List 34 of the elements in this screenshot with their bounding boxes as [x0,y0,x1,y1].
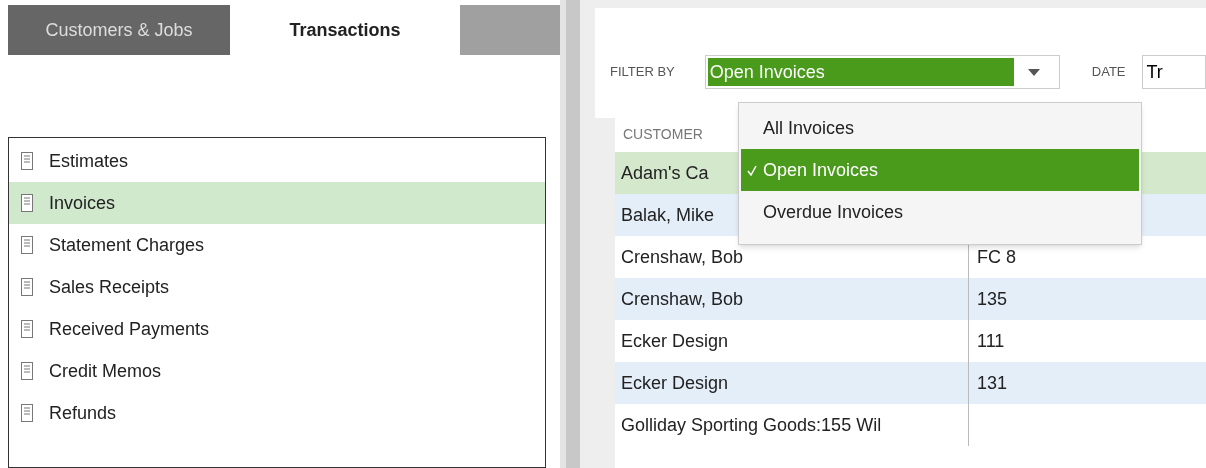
table-cell-text: Golliday Sporting Goods:155 Wil [621,413,882,437]
table-cell-text: Crenshaw, Bob [621,245,744,269]
table-cell-text: 135 [977,287,1008,311]
date-field[interactable]: Tr [1141,55,1206,89]
document-icon [21,194,33,212]
document-icon [21,404,33,422]
table-cell-text: Adam's Ca [621,161,709,185]
table-cell-text: Crenshaw, Bob [621,287,744,311]
menu-item[interactable]: All Invoices [741,107,1139,149]
table-cell-text: Ecker Design [621,371,729,395]
table-cell-text: FC 8 [977,245,1016,269]
column-header[interactable]: CUSTOMER [623,123,703,145]
filter-label: FILTER BY [610,63,675,82]
checkmark-icon [747,164,757,176]
table-cell-text: Ecker Design [621,329,729,353]
document-icon [21,278,33,296]
caret-icon [1027,68,1040,76]
document-icon [21,152,33,170]
document-icon [21,362,33,380]
table-cell-text: 111 [977,329,1005,353]
table-row[interactable]: Ecker Design 131 [615,362,1206,404]
tab[interactable]: Transactions [230,5,460,55]
filter-dropdown[interactable]: Open Invoices [704,55,1060,89]
menu-item[interactable]: Overdue Invoices [741,191,1139,233]
table-cell-text: Balak, Mike [621,203,715,227]
menu-item[interactable]: Open Invoices [741,149,1139,191]
tab[interactable]: Customers & Jobs [8,5,230,55]
table-row[interactable]: Crenshaw, Bob 135 [615,278,1206,320]
document-icon [21,320,33,338]
table-cell-text: 131 [977,371,1008,395]
date-label: DATE [1091,63,1126,82]
list-item[interactable]: Invoices [9,182,545,224]
document-icon [21,236,33,254]
splitter[interactable] [560,0,580,468]
